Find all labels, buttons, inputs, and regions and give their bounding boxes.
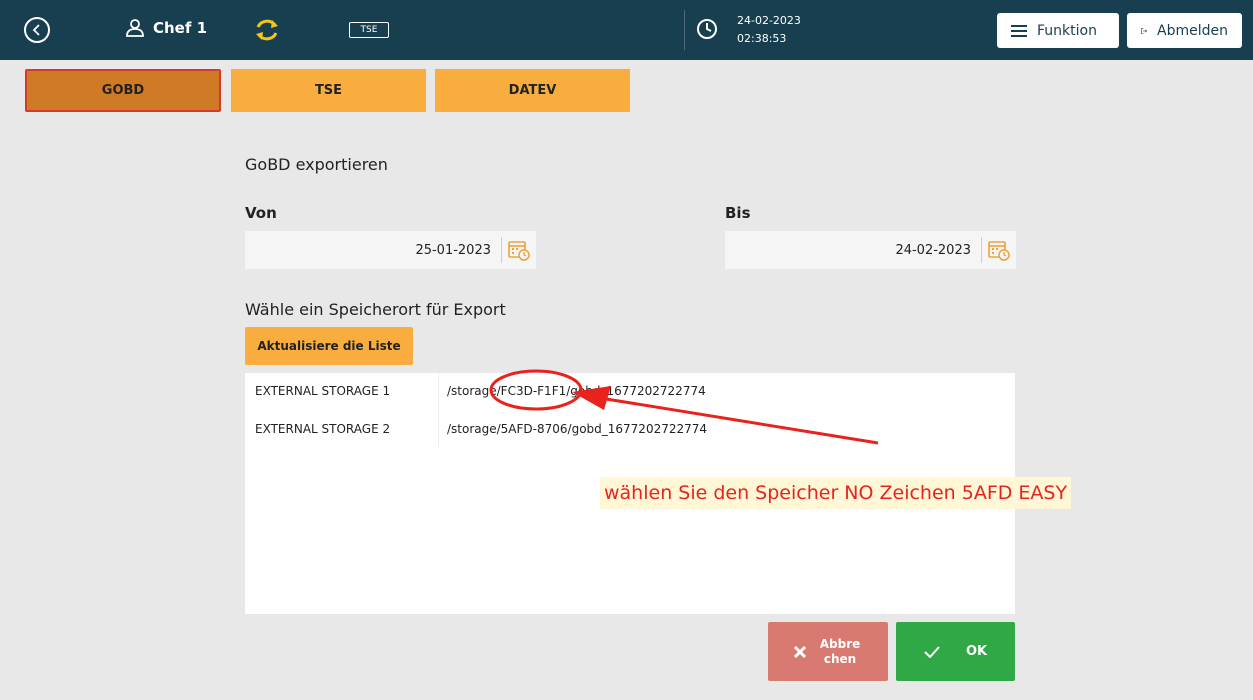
sync-icon bbox=[256, 19, 278, 41]
current-time: 02:38:53 bbox=[737, 32, 787, 45]
storage-name: EXTERNAL STORAGE 2 bbox=[255, 422, 391, 436]
back-icon bbox=[32, 24, 40, 36]
storage-title: Wähle ein Speicherort für Export bbox=[245, 300, 506, 319]
bis-label: Bis bbox=[725, 204, 751, 222]
tab-gobd-label: GOBD bbox=[101, 83, 145, 98]
tse-icon-label: TSE bbox=[360, 25, 378, 35]
von-calendar-icon[interactable] bbox=[502, 239, 536, 261]
menu-icon bbox=[1011, 24, 1027, 37]
user-name: Chef 1 bbox=[153, 19, 208, 37]
user-info[interactable]: Chef 1 bbox=[125, 18, 207, 38]
tse-status-icon[interactable]: TSE bbox=[349, 22, 389, 38]
abmelden-label: Abmelden bbox=[1157, 22, 1228, 39]
sync-button[interactable] bbox=[253, 16, 281, 48]
top-bar: Chef 1 TSE 24-02-2023 02:38:53 Funktion bbox=[0, 0, 1253, 60]
ok-button[interactable]: OK bbox=[896, 622, 1015, 681]
bis-date-value: 24-02-2023 bbox=[895, 242, 971, 258]
tab-datev[interactable]: DATEV bbox=[435, 69, 630, 112]
von-date-value: 25-01-2023 bbox=[415, 242, 491, 258]
funktion-button[interactable]: Funktion bbox=[997, 13, 1119, 48]
von-date-field[interactable]: 25-01-2023 bbox=[245, 231, 536, 269]
current-date: 24-02-2023 bbox=[737, 14, 801, 27]
tab-datev-label: DATEV bbox=[508, 83, 557, 98]
topbar-divider bbox=[684, 10, 685, 50]
user-icon bbox=[126, 19, 144, 37]
cancel-button[interactable]: Abbrechen bbox=[768, 622, 888, 681]
storage-path: /storage/FC3D-F1F1/gobd_1677202722774 bbox=[447, 384, 706, 398]
datetime: 24-02-2023 02:38:53 bbox=[737, 12, 801, 48]
check-icon bbox=[924, 645, 940, 658]
clock-icon bbox=[696, 18, 718, 44]
export-title: GoBD exportieren bbox=[245, 155, 388, 174]
bis-calendar-icon[interactable] bbox=[982, 239, 1016, 261]
annotation-note: wählen Sie den Speicher NO Zeichen 5AFD … bbox=[600, 477, 1072, 509]
tab-tse[interactable]: TSE bbox=[231, 69, 426, 112]
ok-label: OK bbox=[965, 644, 988, 659]
close-icon bbox=[793, 645, 807, 658]
tab-gobd[interactable]: GOBD bbox=[25, 69, 221, 112]
storage-row[interactable]: EXTERNAL STORAGE 2 /storage/5AFD-8706/go… bbox=[245, 411, 1015, 449]
von-label: Von bbox=[245, 204, 277, 222]
refresh-list-button[interactable]: Aktualisiere die Liste bbox=[245, 327, 413, 365]
refresh-list-label: Aktualisiere die Liste bbox=[257, 339, 401, 353]
back-button[interactable] bbox=[24, 17, 50, 43]
storage-path: /storage/5AFD-8706/gobd_1677202722774 bbox=[447, 422, 708, 436]
logout-icon bbox=[1141, 27, 1148, 34]
cancel-label: Abbrechen bbox=[819, 636, 861, 666]
funktion-label: Funktion bbox=[1037, 22, 1097, 39]
storage-name: EXTERNAL STORAGE 1 bbox=[255, 384, 391, 398]
storage-row[interactable]: EXTERNAL STORAGE 1 /storage/FC3D-F1F1/go… bbox=[245, 373, 1015, 411]
abmelden-button[interactable]: Abmelden bbox=[1127, 13, 1242, 48]
tab-tse-label: TSE bbox=[314, 83, 343, 98]
bis-date-field[interactable]: 24-02-2023 bbox=[725, 231, 1016, 269]
